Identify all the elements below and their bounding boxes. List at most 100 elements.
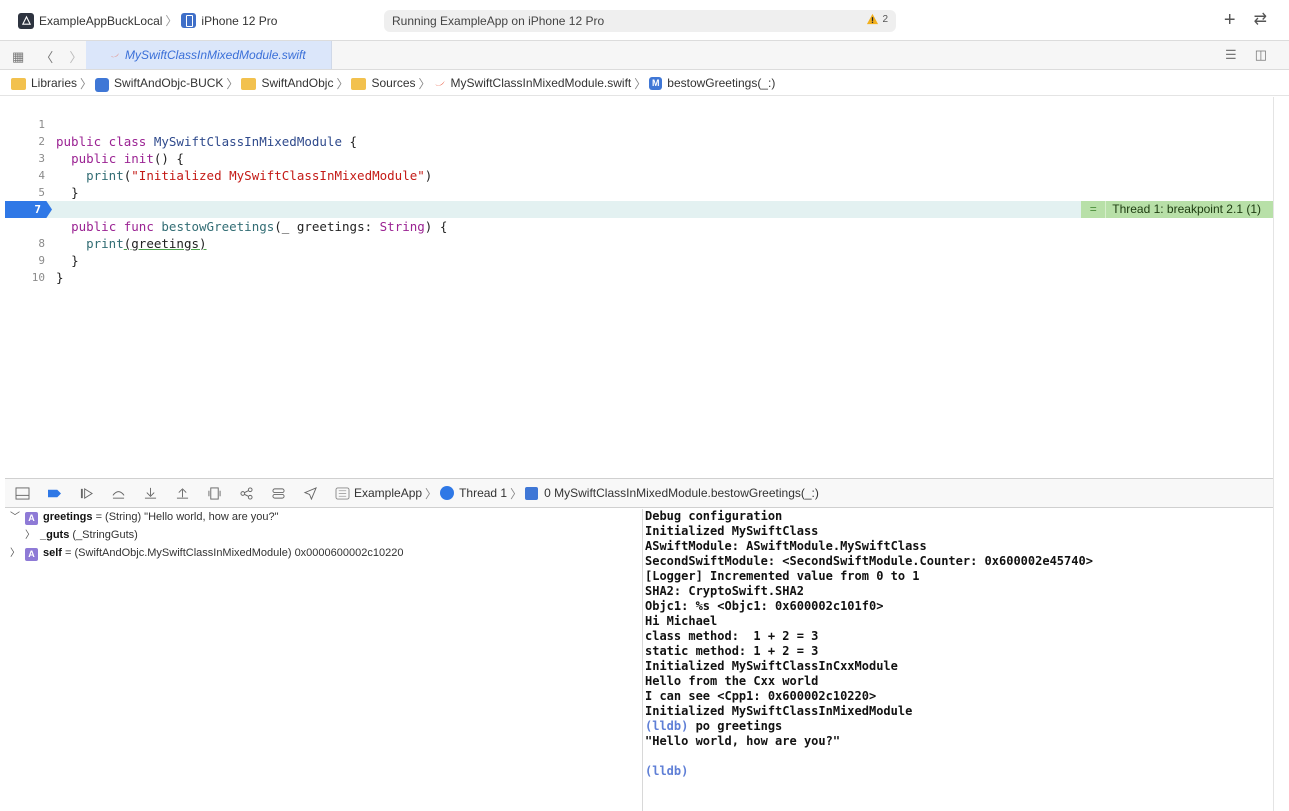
variable-name: greetings <box>43 511 93 523</box>
jump-item-project[interactable]: SwiftAndObjc-BUCK <box>114 76 223 90</box>
console-command: po greetings <box>688 719 783 733</box>
console-line: Debug configuration <box>645 509 783 523</box>
jump-bar: Libraries 〉 SwiftAndObjc-BUCK 〉 SwiftAnd… <box>0 71 1289 96</box>
environment-overrides-icon[interactable] <box>270 486 286 500</box>
debug-bar: ExampleApp 〉 Thread 1 〉 0 MySwiftClassIn… <box>5 478 1273 508</box>
line-number: 10 <box>31 271 45 284</box>
folder-icon <box>351 78 367 90</box>
jump-item-libraries[interactable]: Libraries <box>31 76 77 90</box>
scheme-name[interactable]: ExampleAppBuckLocal <box>39 14 162 28</box>
console-line: ASwiftModule: ASwiftModule.MySwiftClass <box>645 539 927 553</box>
code-line: 6 public func bestowGreetings(_ greeting… <box>5 184 1273 234</box>
breakpoint-annotation[interactable]: = Thread 1: breakpoint 2.1 (1) <box>1081 201 1273 218</box>
chevron-right-icon: 〉 <box>336 76 349 91</box>
console-line: I can see <Cpp1: 0x600002c10220> <box>645 689 877 703</box>
console-line: static method: 1 + 2 = 3 <box>645 644 819 658</box>
disclosure-collapsed-icon[interactable]: 〉 <box>10 545 20 562</box>
method-badge-icon: M <box>649 76 663 90</box>
jump-item-method[interactable]: bestowGreetings(_:) <box>667 76 775 90</box>
variables-view: ﹀ Agreetings = (String) "Hello world, how… <box>5 509 642 811</box>
tab-swift-file[interactable]: MySwiftClassInMixedModule.swift <box>86 41 332 69</box>
lldb-prompt: (lldb) <box>645 719 689 733</box>
breakpoint-message: Thread 1: breakpoint 2.1 (1) <box>1105 201 1273 218</box>
debug-thread[interactable]: Thread 1 <box>459 486 507 500</box>
warning-indicator[interactable]: 2 <box>866 13 888 26</box>
simulate-location-icon[interactable] <box>302 486 318 500</box>
code-line: 1 public class MySwiftClassInMixedModule… <box>5 99 1273 149</box>
variable-type-badge: A <box>25 512 38 525</box>
forward-chevron-icon[interactable]: 〉 <box>69 47 82 66</box>
code-line: 4 } <box>5 150 1273 200</box>
window-toolbar: ExampleAppBuckLocal 〉 iPhone 12 Pro Runn… <box>0 0 1289 41</box>
step-over-icon[interactable] <box>110 486 126 500</box>
code-editor[interactable]: 1 public class MySwiftClassInMixedModule… <box>5 97 1273 477</box>
console-line: SecondSwiftModule: <SecondSwiftModule.Co… <box>645 554 1093 568</box>
scheme-selector[interactable]: ExampleAppBuckLocal 〉 iPhone 12 Pro <box>18 12 277 29</box>
variable-name: self <box>43 547 62 559</box>
jump-item-sources[interactable]: Sources <box>371 76 415 90</box>
warning-triangle-icon <box>867 13 879 25</box>
breakpoint-annotation-icon: = <box>1081 201 1106 218</box>
console-input-line[interactable]: (lldb) <box>645 764 1273 779</box>
breakpoints-toggle-icon[interactable] <box>46 486 62 500</box>
code-line: 10 <box>5 252 1273 284</box>
warning-count: 2 <box>882 14 888 25</box>
editor-tab-bar: ▦ 〈 〉 MySwiftClassInMixedModule.swift ☰ … <box>0 41 1289 70</box>
split-editor-icon[interactable]: ◫ <box>1255 47 1267 63</box>
variable-row[interactable]: ﹀ Agreetings = (String) "Hello world, how… <box>10 509 279 526</box>
grid-icon[interactable]: ▦ <box>12 49 24 65</box>
console-line: Initialized MySwiftClass <box>645 524 819 538</box>
chevron-right-icon: 〉 <box>226 76 239 91</box>
console-line: Objc1: %s <Objc1: 0x600002c101f0> <box>645 599 884 613</box>
console-line: Hi Michael <box>645 614 718 628</box>
chevron-right-icon: 〉 <box>165 14 178 28</box>
editor-options-icon[interactable]: ☰ <box>1225 47 1237 63</box>
continue-icon[interactable] <box>78 486 94 500</box>
chevron-right-icon: 〉 <box>510 486 523 501</box>
activity-view: Running ExampleApp on iPhone 12 Pro 2 <box>384 10 896 32</box>
console-command-line: (lldb) po greetings <box>645 719 1273 734</box>
variable-row[interactable]: 〉 _guts (_StringGuts) <box>25 527 138 544</box>
console-line: Initialized MySwiftClassInMixedModule <box>645 704 913 718</box>
step-out-icon[interactable] <box>174 486 190 500</box>
code-line: 8 } <box>5 218 1273 268</box>
debug-frame[interactable]: 0 MySwiftClassInMixedModule.bestowGreeti… <box>544 486 819 500</box>
chevron-right-icon: 〉 <box>634 76 647 91</box>
swap-arrows-icon[interactable]: ⇄ <box>1254 10 1267 30</box>
variable-row[interactable]: 〉 Aself = (SwiftAndObjc.MySwiftClassInMix… <box>10 545 403 562</box>
plus-icon[interactable]: + <box>1224 10 1236 30</box>
step-into-icon[interactable] <box>142 486 158 500</box>
jump-item-group[interactable]: SwiftAndObjc <box>261 76 333 90</box>
jump-item-file[interactable]: MySwiftClassInMixedModule.swift <box>451 76 632 90</box>
swift-file-icon <box>434 80 445 86</box>
console-line: class method: 1 + 2 = 3 <box>645 629 819 643</box>
debug-console[interactable]: Debug configuration Initialized MySwiftC… <box>645 509 1273 811</box>
view-hierarchy-icon[interactable] <box>206 486 222 500</box>
debug-target[interactable]: ExampleApp <box>354 486 422 500</box>
device-name[interactable]: iPhone 12 Pro <box>201 14 277 28</box>
breakpoint-marker[interactable]: 7 <box>5 201 52 218</box>
lldb-prompt: (lldb) <box>645 764 689 778</box>
console-line: Initialized MySwiftClassInCxxModule <box>645 659 898 673</box>
code-line: 9 } <box>5 235 1273 285</box>
variable-type-badge: A <box>25 548 38 561</box>
code-line-current: 7 print(greetings) = Thread 1: breakpoin… <box>5 201 1273 251</box>
disclosure-expanded-icon[interactable]: ﹀ <box>10 509 20 526</box>
variable-value: (_StringGuts) <box>69 529 138 541</box>
memory-graph-icon[interactable] <box>238 486 254 500</box>
code-line: 3 print("Initialized MySwiftClassInMixed… <box>5 133 1273 183</box>
console-line: SHA2: CryptoSwift.SHA2 <box>645 584 804 598</box>
console-line: [Logger] Incremented value from 0 to 1 <box>645 569 920 583</box>
variable-value: = (SwiftAndObjc.MySwiftClassInMixedModul… <box>61 547 404 559</box>
hide-debug-area-icon[interactable] <box>14 486 30 500</box>
back-chevron-icon[interactable]: 〈 <box>40 47 53 66</box>
folder-icon <box>241 78 257 90</box>
disclosure-collapsed-icon[interactable]: 〉 <box>25 527 35 544</box>
chevron-right-icon: 〉 <box>80 76 93 91</box>
pane-divider[interactable] <box>642 509 643 811</box>
code-line: 5 <box>5 167 1273 199</box>
project-icon <box>95 78 110 92</box>
activity-status: Running ExampleApp on iPhone 12 Pro <box>392 14 605 28</box>
device-icon <box>181 13 197 28</box>
